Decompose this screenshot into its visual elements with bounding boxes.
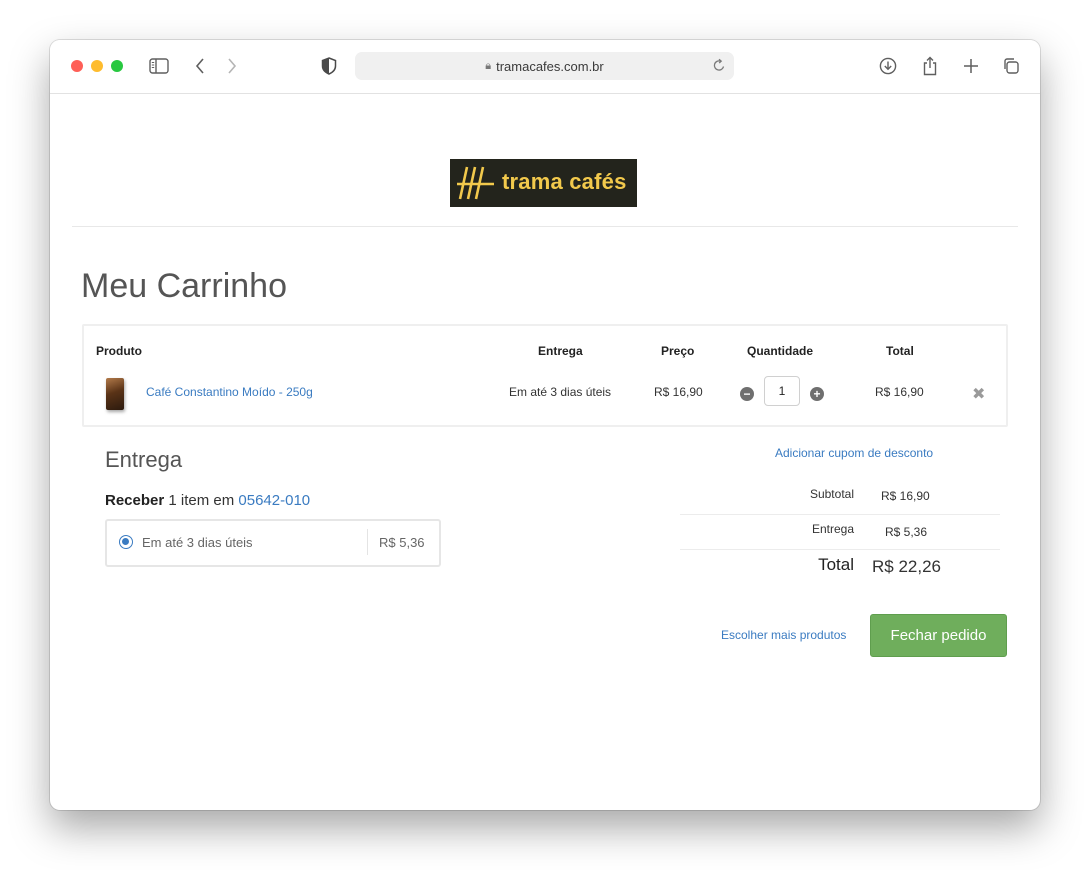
shipping-option-price: R$ 5,36 (379, 535, 425, 550)
summary-divider (680, 549, 1000, 550)
cart-table: Produto Entrega Preço Quantidade Total C… (82, 324, 1008, 427)
decrease-quantity-button[interactable]: − (740, 387, 754, 401)
shipping-option-label: Em até 3 dias úteis (142, 535, 253, 550)
subtotal-value: R$ 16,90 (881, 489, 930, 503)
product-total: R$ 16,90 (875, 385, 924, 399)
header-delivery: Entrega (538, 344, 583, 358)
minimize-window-button[interactable] (91, 60, 103, 72)
browser-toolbar: 🔒︎ tramacafes.com.br (50, 40, 1040, 94)
sidebar-icon[interactable] (147, 54, 171, 78)
url-text: tramacafes.com.br (496, 58, 604, 74)
zoom-window-button[interactable] (111, 60, 123, 72)
quantity-input[interactable]: 1 (764, 376, 800, 406)
forward-icon[interactable] (222, 54, 242, 78)
logo-text: trama cafés (502, 169, 627, 194)
shipping-total-value: R$ 5,36 (885, 525, 928, 539)
shipping-option[interactable]: Em até 3 dias úteis R$ 5,36 (105, 519, 441, 567)
product-name-link[interactable]: Café Constantino Moído - 250g (146, 385, 313, 399)
shipping-title: Entrega (105, 447, 183, 472)
shipping-total-label: Entrega (811, 522, 854, 536)
total-value: R$ 22,26 (872, 557, 941, 576)
cep-link[interactable]: 05642-010 (238, 492, 310, 509)
summary-divider (680, 514, 1000, 515)
add-coupon-link[interactable]: Adicionar cupom de desconto (775, 446, 933, 460)
product-price: R$ 16,90 (654, 385, 703, 399)
checkout-button[interactable]: Fechar pedido (870, 614, 1007, 657)
product-delivery: Em até 3 dias úteis (509, 385, 612, 399)
header-total: Total (886, 344, 914, 358)
site-logo[interactable]: trama cafés (450, 159, 637, 207)
privacy-shield-icon[interactable] (318, 54, 340, 78)
close-window-button[interactable] (71, 60, 83, 72)
trama-logo-icon (457, 166, 494, 200)
share-icon[interactable] (919, 54, 941, 78)
product-thumbnail[interactable] (106, 378, 124, 410)
browser-window: 🔒︎ tramacafes.com.br trama cafés Meu Car… (50, 40, 1040, 810)
new-tab-icon[interactable] (960, 54, 982, 78)
tab-overview-icon[interactable] (1000, 54, 1022, 78)
back-icon[interactable] (190, 54, 210, 78)
header-product: Produto (96, 344, 142, 358)
lock-icon: 🔒︎ (485, 59, 492, 72)
header-divider (72, 226, 1018, 227)
receive-text: 1 item em (164, 492, 239, 509)
shipping-option-radio[interactable] (119, 535, 133, 549)
header-quantity: Quantidade (747, 344, 814, 358)
reload-icon[interactable] (712, 58, 726, 76)
remove-item-icon[interactable]: ✖︎ (972, 384, 985, 404)
continue-shopping-link[interactable]: Escolher mais produtos (721, 628, 846, 642)
receive-label: Receber (105, 492, 165, 509)
header-price: Preço (661, 344, 695, 358)
total-label: Total (818, 555, 854, 574)
shipping-summary: Receber 1 item em 05642-010 (105, 492, 310, 509)
increase-quantity-button[interactable]: + (810, 387, 824, 401)
download-icon[interactable] (877, 54, 899, 78)
subtotal-label: Subtotal (809, 487, 854, 501)
page-title: Meu Carrinho (81, 267, 287, 305)
shipping-option-divider (367, 529, 368, 555)
page-content: trama cafés Meu Carrinho Produto Entrega… (50, 94, 1040, 810)
address-bar[interactable]: 🔒︎ tramacafes.com.br (355, 52, 734, 80)
